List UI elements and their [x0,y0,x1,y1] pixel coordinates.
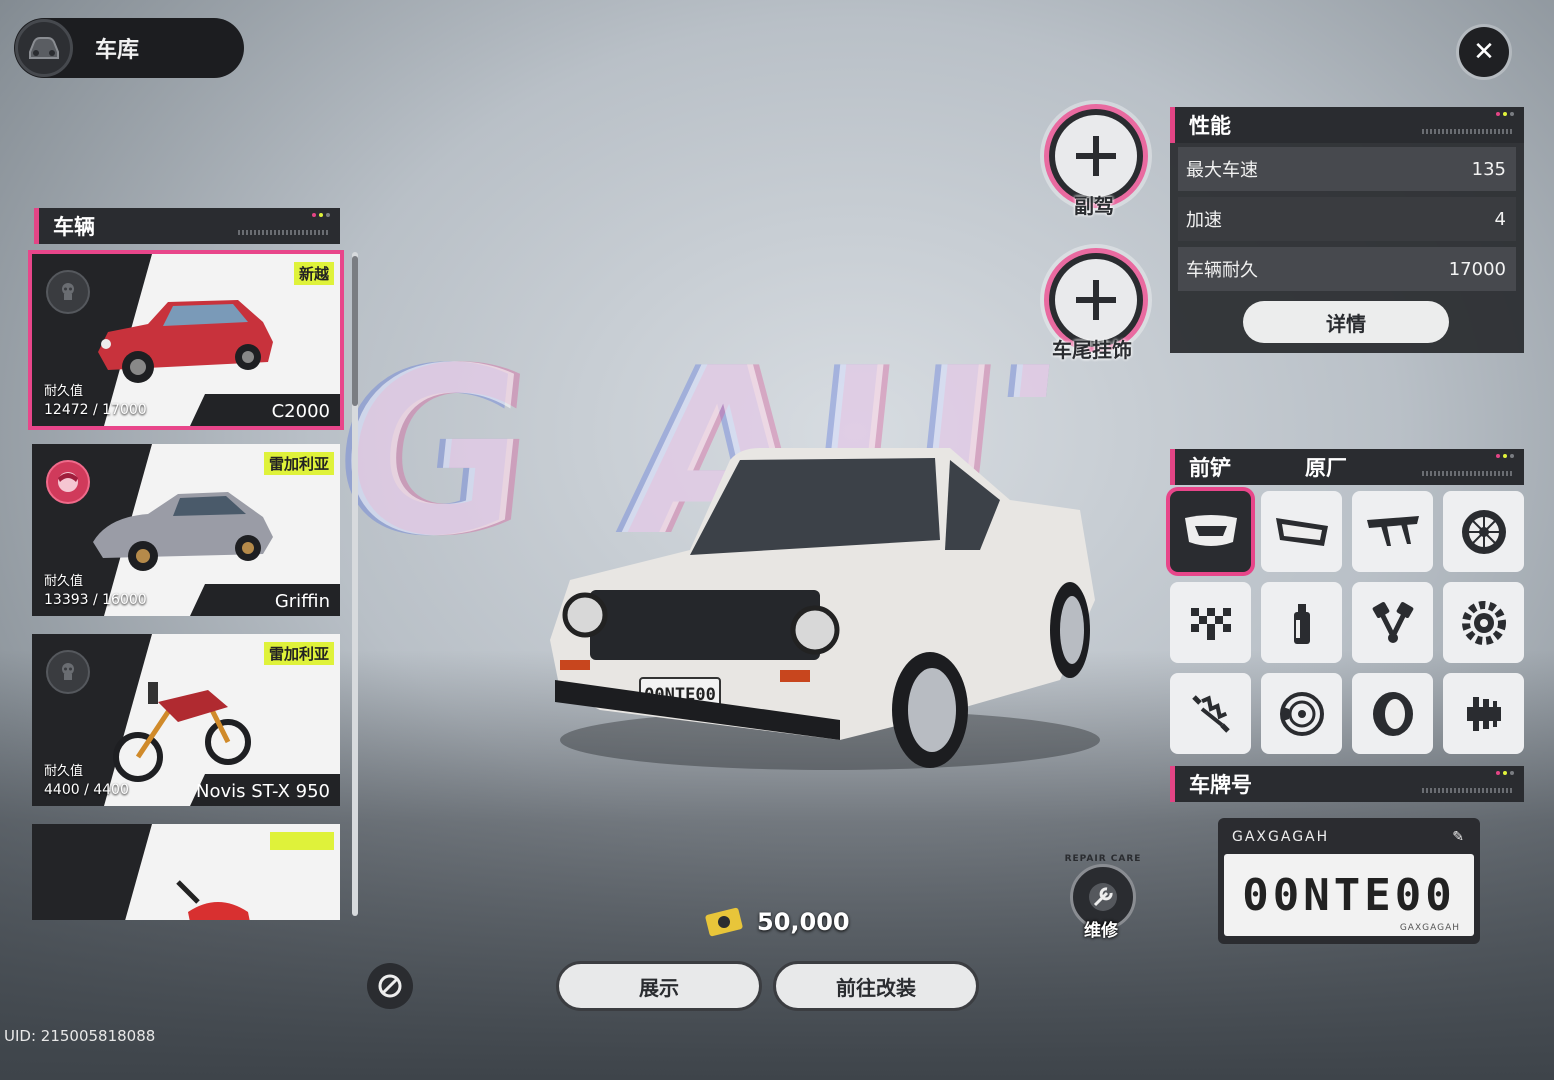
front-bumper-icon[interactable] [1170,491,1251,572]
performance-panel: 性能 最大车速 135 加速 4 车辆耐久 17000 详情 [1170,107,1524,353]
brand-tag: 雷加利亚 [263,642,334,665]
engine-piston-icon[interactable] [1352,582,1433,663]
brand-tag: 雷加利亚 [263,452,334,475]
copilot-label: 副驾 [1074,194,1114,218]
license-plate[interactable]: GAXGAGAH ✎ 00NTE00 GAXGAGAH [1218,818,1480,944]
driver-avatar-icon [46,460,90,504]
repair-ring-text: REPAIR CARE [1064,854,1142,864]
vehicles-section-header: 车辆 [34,208,340,244]
showcase-button[interactable]: 展示 [556,961,762,1011]
stat-value: 135 [1471,158,1506,180]
edit-plate-icon[interactable]: ✎ [1452,829,1466,845]
vehicle-image [113,682,251,782]
suspension-spring-icon[interactable] [1170,673,1251,754]
vehicle-name: Griffin [274,591,330,612]
transmission-gear-icon[interactable] [1443,582,1524,663]
vehicles-section-title: 车辆 [53,215,95,239]
performance-header: 性能 [1170,107,1524,143]
vehicle-list-scrollbar[interactable] [352,252,358,916]
parts-section-title: 前铲 [1189,456,1231,480]
durability-value: 12472 / 17000 [44,402,147,418]
durability-value: 13393 / 16000 [44,592,147,608]
hide-ui-icon[interactable] [367,963,413,1009]
wheel-rim-icon[interactable] [1443,491,1524,572]
currency-display: 50,000 [705,907,850,937]
stat-value: 17000 [1448,258,1506,280]
vehicle-card[interactable]: 雷加利亚 耐久值 13393 / 16000 Griffin [32,444,340,616]
livery-checker-icon[interactable] [1170,582,1251,663]
brand-tag: 新越 [293,262,334,285]
trunk-accessory-label: 车尾挂饰 [1052,338,1132,362]
stat-row-durability: 车辆耐久 17000 [1178,247,1516,291]
garage-header: 车库 [14,18,244,78]
durability-label: 耐久值 [44,764,84,779]
plate-brand: GAXGAGAH [1232,829,1330,845]
garage-car-icon [15,19,73,77]
brake-disc-icon[interactable] [1261,673,1342,754]
driver-avatar-icon [46,650,90,694]
brand-tag [270,832,334,850]
vehicle-card[interactable] [32,824,340,920]
tire-icon[interactable] [1352,673,1433,754]
showcase-car: 00NTE00 [550,448,1100,770]
clutch-icon[interactable] [1443,673,1524,754]
currency-amount: 50,000 [757,908,850,936]
stat-row-max-speed: 最大车速 135 [1178,147,1516,191]
currency-card-icon [705,907,743,937]
driver-avatar-icon [46,270,90,314]
stat-label: 最大车速 [1186,160,1258,181]
plate-section-title: 车牌号 [1189,773,1252,797]
vehicle-name: Novis ST-X 950 [195,781,330,802]
spoiler-icon[interactable] [1352,491,1433,572]
stat-label: 车辆耐久 [1186,260,1258,281]
plate-section-header: 车牌号 [1170,766,1524,802]
spray-paint-icon[interactable] [1261,582,1342,663]
durability-label: 耐久值 [44,384,84,399]
user-id: UID: 215005818088 [4,1027,156,1045]
vehicle-image [98,300,273,383]
vehicle-card[interactable]: 新越 耐久值 12472 / 17000 C2000 [32,254,340,426]
repair-label: 维修 [1084,921,1118,941]
vehicle-list[interactable]: 新越 耐久值 12472 / 17000 C2000 雷加利亚 耐久值 1339… [28,250,346,920]
vehicle-name: C2000 [271,401,330,422]
vehicle-image [176,880,250,920]
repair-button[interactable]: REPAIR CARE 维修 [1064,854,1142,941]
plus-icon [1076,136,1116,176]
durability-label: 耐久值 [44,574,84,589]
go-modify-button[interactable]: 前往改装 [773,961,979,1011]
rear-bumper-icon[interactable] [1261,491,1342,572]
stat-row-acceleration: 加速 4 [1178,197,1516,241]
vehicle-image [93,492,273,571]
durability-value: 4400 / 4400 [44,782,129,798]
plate-number: 00NTE00 [1242,869,1456,921]
vehicle-card[interactable]: 雷加利亚 耐久值 4400 / 4400 Novis ST-X 950 [32,634,340,806]
details-button[interactable]: 详情 [1243,301,1449,343]
plus-icon [1076,280,1116,320]
parts-section-header: 前铲 原厂 [1170,449,1524,485]
page-title: 车库 [95,38,140,63]
performance-title: 性能 [1189,114,1231,138]
plate-small-brand: GAXGAGAH [1399,923,1460,933]
stat-value: 4 [1494,208,1506,230]
close-icon[interactable]: ✕ [1459,27,1509,77]
stat-label: 加速 [1186,210,1222,231]
parts-section-subtitle: 原厂 [1305,456,1347,480]
